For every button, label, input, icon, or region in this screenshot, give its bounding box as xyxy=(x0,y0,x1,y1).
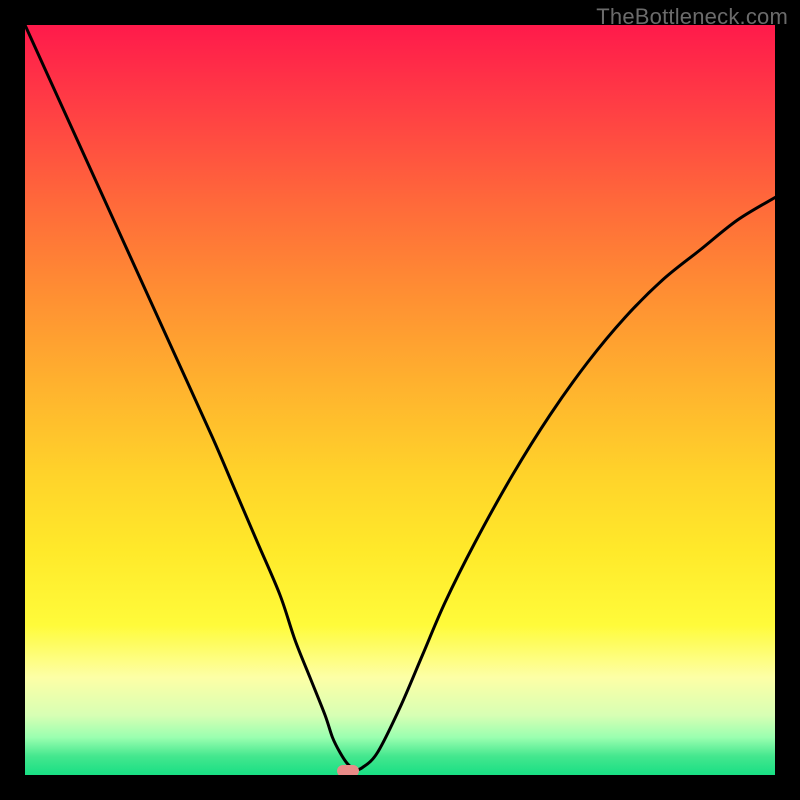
optimum-marker xyxy=(337,765,359,775)
chart-frame: TheBottleneck.com xyxy=(0,0,800,800)
plot-area xyxy=(25,25,775,775)
bottleneck-curve xyxy=(25,25,775,775)
